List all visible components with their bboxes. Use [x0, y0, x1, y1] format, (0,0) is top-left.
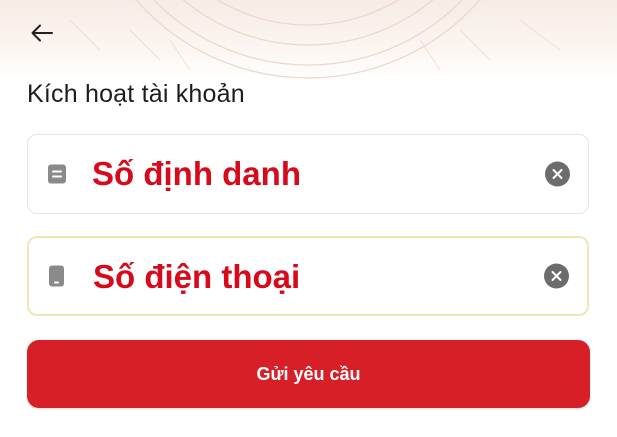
submit-request-button[interactable]: Gửi yêu cầu [27, 340, 590, 408]
page-title: Kích hoạt tài khoản [27, 80, 245, 108]
drum-pattern-decoration [69, 0, 561, 79]
phone-number-field[interactable] [27, 236, 589, 316]
clear-phone-button[interactable] [544, 263, 569, 289]
arrow-left-icon [31, 24, 53, 42]
clear-icon [552, 169, 563, 179]
phone-number-input[interactable] [93, 248, 513, 306]
header-decoration [0, 0, 617, 80]
clear-icon [551, 271, 562, 281]
id-number-field[interactable] [27, 134, 589, 214]
id-card-icon [47, 164, 67, 185]
phone-icon [48, 265, 65, 288]
back-button[interactable] [24, 18, 60, 48]
clear-id-button[interactable] [545, 161, 570, 187]
id-number-input[interactable] [92, 145, 512, 203]
